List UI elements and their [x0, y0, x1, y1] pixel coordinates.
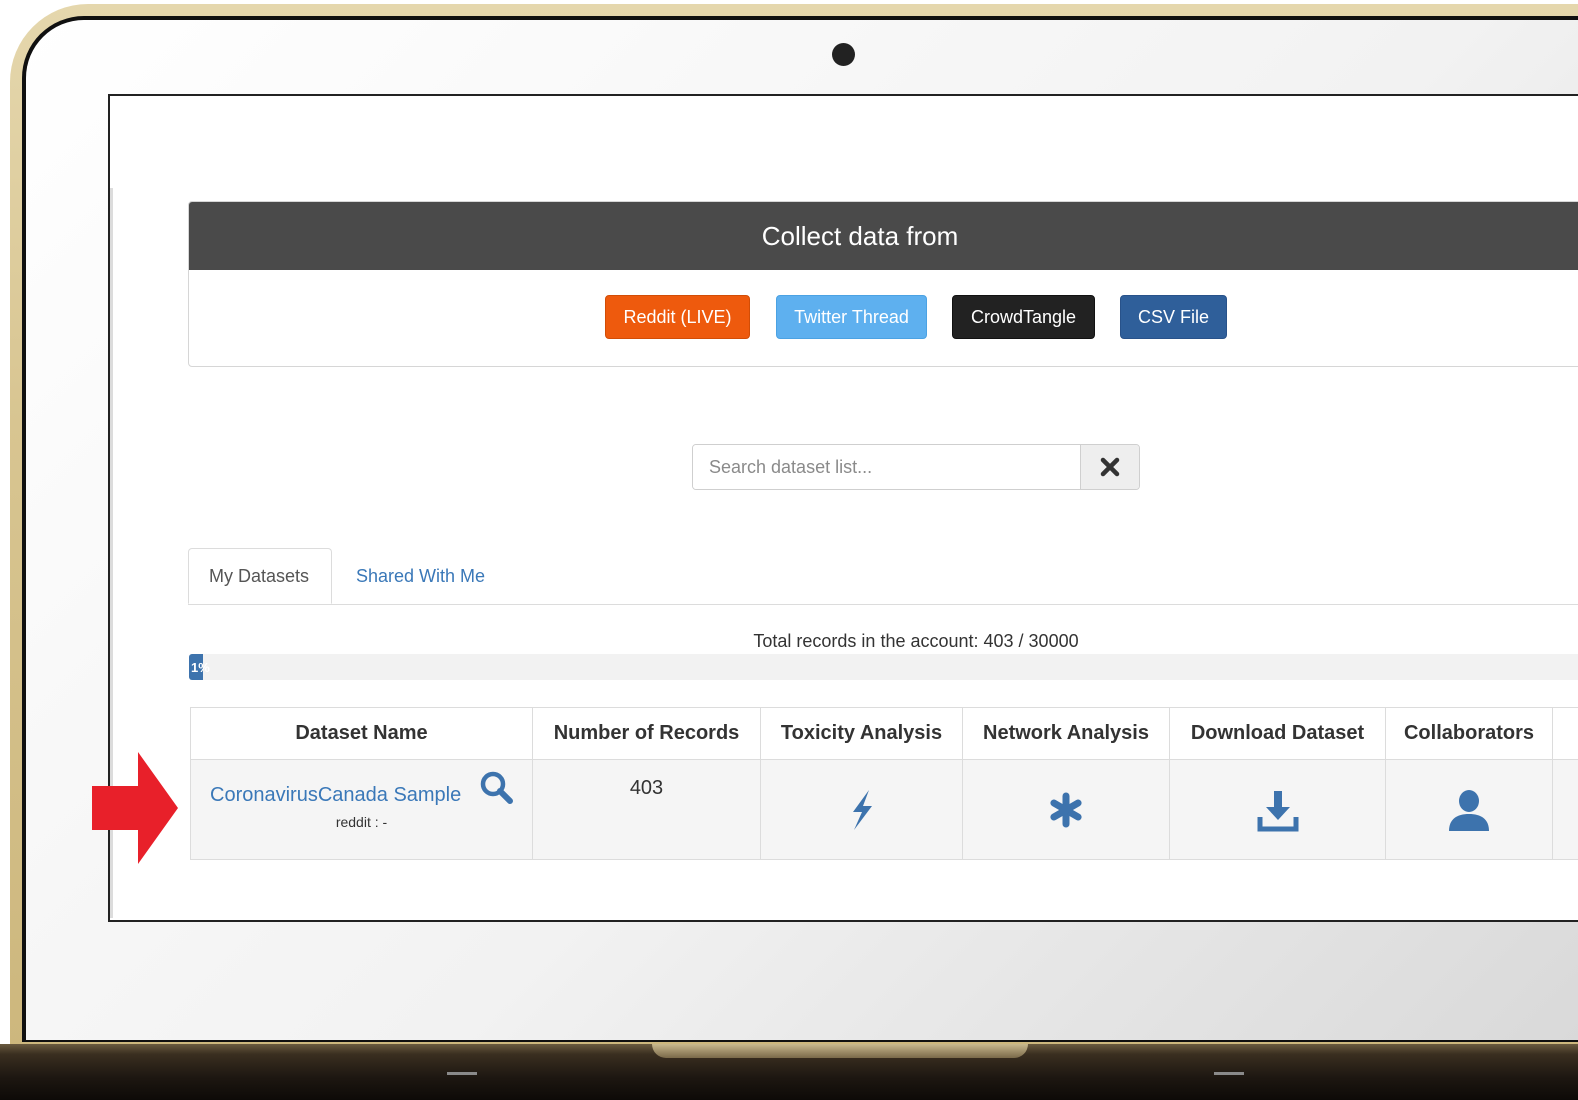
records-progress-bar: 1%: [189, 654, 1578, 680]
header-number-of-records: Number of Records: [532, 707, 761, 760]
dataset-source: reddit : -: [335, 814, 388, 830]
table-row: CoronavirusCanada Sample reddit : - 403: [190, 759, 1578, 860]
toxicity-cell: [760, 759, 963, 860]
download-cell: [1169, 759, 1386, 860]
laptop-hinge: [652, 1044, 1028, 1058]
bolt-icon[interactable]: [845, 788, 879, 832]
reddit-live-button[interactable]: Reddit (LIVE): [605, 295, 750, 339]
truncated-cell: [1552, 759, 1578, 860]
datasets-table: Dataset Name Number of Records Toxicity …: [190, 707, 1578, 860]
search-icon[interactable]: [479, 770, 515, 806]
header-truncated: [1552, 707, 1578, 760]
tab-shared-with-me[interactable]: Shared With Me: [356, 548, 485, 604]
asterisk-icon[interactable]: [1047, 791, 1085, 829]
red-arrow-pointer: [92, 752, 178, 864]
search-input[interactable]: [693, 445, 1080, 489]
download-icon[interactable]: [1256, 787, 1300, 833]
total-records-text: Total records in the account: 403 / 3000…: [753, 631, 1079, 651]
header-toxicity-analysis: Toxicity Analysis: [760, 707, 963, 760]
camera-dot: [832, 43, 855, 66]
collaborators-cell: [1385, 759, 1553, 860]
csv-file-button[interactable]: CSV File: [1120, 295, 1227, 339]
header-download-dataset: Download Dataset: [1169, 707, 1386, 760]
header-dataset-name: Dataset Name: [190, 707, 533, 760]
collect-data-panel: Collect data from Reddit (LIVE) Twitter …: [188, 201, 1578, 367]
header-collaborators: Collaborators: [1385, 707, 1553, 760]
collect-data-title: Collect data from: [189, 202, 1578, 270]
network-cell: [962, 759, 1170, 860]
record-count: 403: [629, 777, 664, 799]
crowdtangle-button[interactable]: CrowdTangle: [952, 295, 1095, 339]
records-progress-fill: 1%: [189, 654, 210, 680]
dataset-name-link[interactable]: CoronavirusCanada Sample: [210, 784, 461, 807]
times-icon: [1100, 457, 1120, 477]
twitter-thread-button[interactable]: Twitter Thread: [776, 295, 927, 339]
user-icon[interactable]: [1446, 787, 1492, 833]
dataset-search: [692, 444, 1140, 490]
clear-search-button[interactable]: [1080, 445, 1139, 489]
table-header-row: Dataset Name Number of Records Toxicity …: [190, 707, 1578, 760]
app-screen: Collect data from Reddit (LIVE) Twitter …: [108, 94, 1578, 922]
records-cell: 403: [532, 759, 761, 860]
header-network-analysis: Network Analysis: [962, 707, 1170, 760]
laptop-foot-right: [1214, 1072, 1244, 1075]
dataset-name-cell: CoronavirusCanada Sample reddit : -: [190, 759, 533, 860]
tab-my-datasets[interactable]: My Datasets: [188, 548, 332, 604]
laptop-foot-left: [447, 1072, 477, 1075]
collect-source-buttons: Reddit (LIVE) Twitter Thread CrowdTangle…: [189, 270, 1578, 366]
dataset-tabs: My Datasets Shared With Me: [188, 548, 1578, 605]
